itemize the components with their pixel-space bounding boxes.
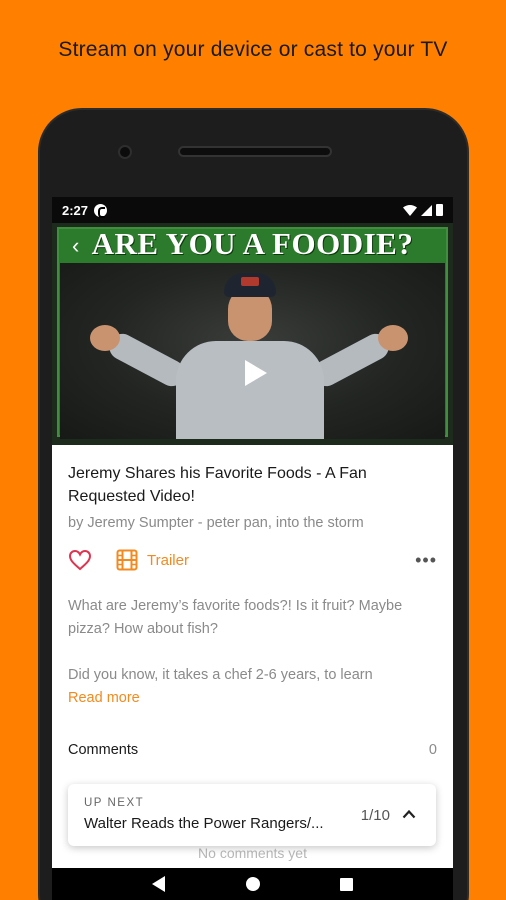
- nav-recents-icon[interactable]: [340, 877, 353, 891]
- android-nav-bar: [52, 868, 453, 900]
- earpiece-speaker: [178, 146, 332, 157]
- wifi-icon: [403, 204, 417, 216]
- read-more-link[interactable]: Read more: [68, 690, 437, 706]
- video-byline: by Jeremy Sumpter - peter pan, into the …: [68, 515, 364, 531]
- trailer-label: Trailer: [147, 551, 189, 569]
- nav-home-icon[interactable]: [246, 877, 260, 891]
- up-next-position: 1/10: [360, 807, 390, 824]
- no-comments-text: No comments yet: [198, 845, 307, 861]
- promo-headline: Stream on your device or cast to your TV: [58, 38, 448, 61]
- app-notification-icon: [94, 203, 108, 218]
- trailer-button[interactable]: Trailer: [116, 549, 189, 571]
- description-line: Did you know, it takes a chef 2-6 years,…: [68, 667, 373, 683]
- comments-count: 0: [428, 742, 437, 758]
- comments-label: Comments: [68, 742, 139, 758]
- person-body: [176, 341, 324, 439]
- signal-icon: [421, 204, 432, 216]
- back-arrow-icon[interactable]: ‹: [72, 235, 79, 257]
- up-next-title: Walter Reads the Power Rangers/...: [84, 815, 324, 832]
- front-camera: [118, 145, 132, 159]
- video-description: What are Jeremy’s favorite foods?! Is it…: [68, 595, 437, 687]
- action-row: Trailer •••: [68, 548, 437, 572]
- status-bar: 2:27: [52, 197, 453, 223]
- status-icons: [403, 204, 443, 216]
- person-hand-left: [90, 325, 120, 351]
- battery-icon: [436, 204, 443, 216]
- cap-logo: [241, 277, 259, 286]
- video-details: Jeremy Shares his Favorite Foods - A Fan…: [52, 462, 453, 758]
- video-banner-text: ARE YOU A FOODIE?: [91, 226, 414, 261]
- heart-icon[interactable]: [68, 549, 92, 571]
- video-title: Jeremy Shares his Favorite Foods - A Fan…: [68, 465, 367, 505]
- nav-back-icon[interactable]: [152, 876, 166, 892]
- more-options-icon[interactable]: •••: [415, 551, 437, 569]
- up-next-label: UP NEXT: [84, 797, 145, 809]
- video-scene: [60, 263, 445, 439]
- play-icon[interactable]: [242, 359, 268, 387]
- chevron-up-icon[interactable]: [402, 809, 416, 819]
- app-screen: 2:27 ARE YOU A FOODIE? ‹ Jeremy Shares h…: [52, 197, 453, 900]
- up-next-card[interactable]: UP NEXT Walter Reads the Power Rangers/.…: [68, 784, 436, 846]
- description-line: What are Jeremy’s favorite foods?! Is it…: [68, 598, 403, 637]
- film-icon: [116, 549, 138, 571]
- person-hand-right: [378, 325, 408, 351]
- video-player[interactable]: ARE YOU A FOODIE? ‹: [52, 223, 453, 445]
- comments-header: Comments 0: [68, 742, 437, 758]
- status-time: 2:27: [62, 202, 89, 218]
